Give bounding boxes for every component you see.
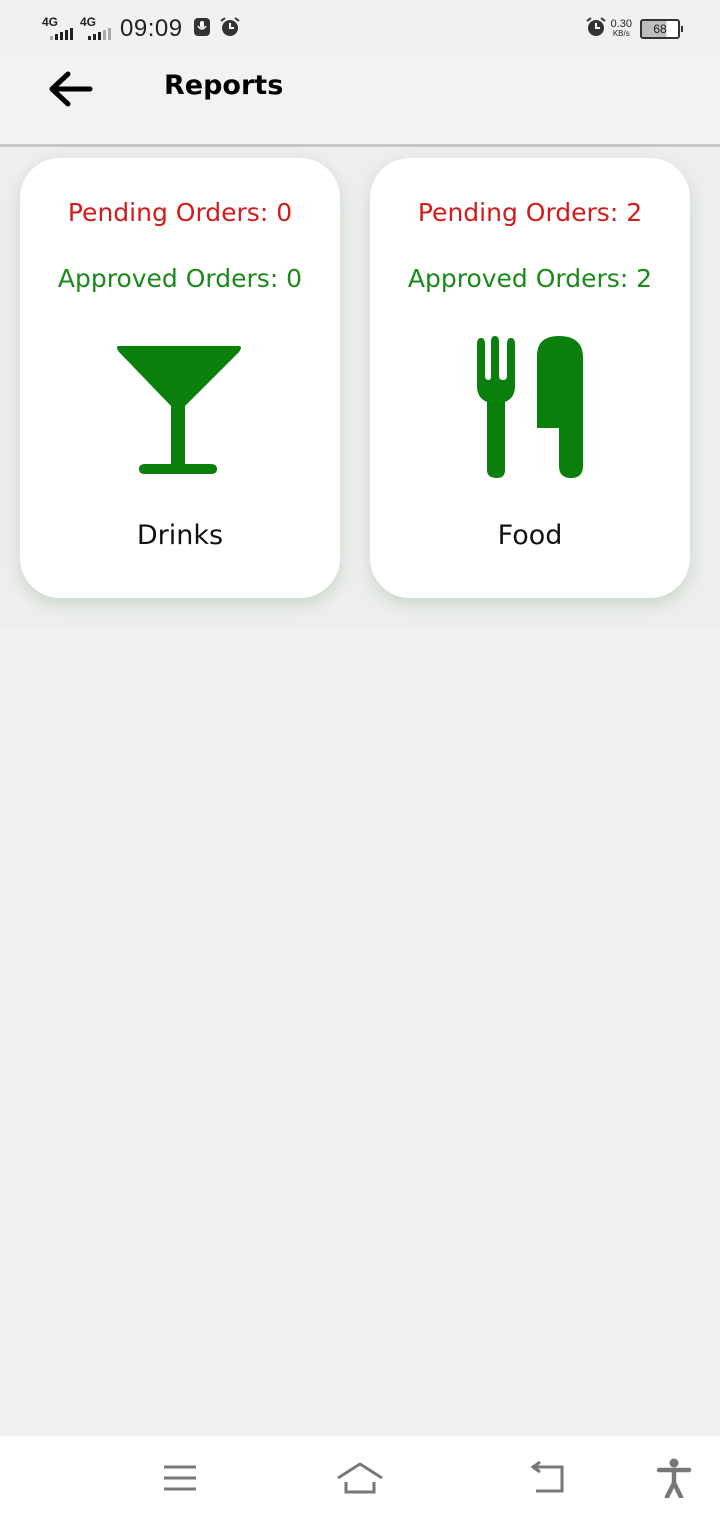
- fork-knife-icon: [370, 334, 690, 480]
- home-button[interactable]: [332, 1454, 388, 1502]
- battery-icon: 68: [640, 19, 683, 39]
- alarm-clock-icon: [585, 16, 607, 42]
- category-label: Food: [497, 520, 563, 551]
- back-nav-button[interactable]: [520, 1454, 576, 1502]
- cellular-signal-2-icon: 4G: [80, 16, 114, 42]
- cocktail-glass-icon: [20, 334, 340, 480]
- report-card-drinks[interactable]: Pending Orders: 0 Approved Orders: 0 Dri…: [20, 158, 340, 598]
- status-time: 09:09: [120, 15, 183, 42]
- alarm-clock-icon: [219, 16, 241, 42]
- network-speed-unit: KB/s: [612, 29, 630, 38]
- accessibility-icon: [656, 1458, 692, 1498]
- voice-recorder-icon: [193, 17, 211, 41]
- category-label: Drinks: [136, 520, 224, 551]
- report-cards: Pending Orders: 0 Approved Orders: 0 Dri…: [0, 147, 720, 629]
- approved-orders-text: Approved Orders: 0: [57, 264, 303, 293]
- menu-button[interactable]: [152, 1454, 208, 1502]
- app-bar: Reports: [0, 56, 720, 147]
- cellular-signal-1-icon: 4G: [42, 16, 76, 42]
- accessibility-button[interactable]: [646, 1454, 702, 1502]
- arrow-left-icon: [49, 71, 93, 107]
- pending-orders-text: Pending Orders: 0: [67, 198, 293, 227]
- system-nav-bar: [0, 1436, 720, 1520]
- back-icon: [530, 1461, 564, 1493]
- status-bar: 4G 4G 09:09 0.30 KB/s 68: [0, 0, 720, 56]
- approved-orders-text: Approved Orders: 2: [407, 264, 653, 293]
- pending-orders-text: Pending Orders: 2: [417, 198, 643, 227]
- page-title: Reports: [164, 70, 284, 101]
- network-speed: 0.30 KB/s: [611, 19, 632, 39]
- menu-icon: [164, 1465, 196, 1491]
- home-icon: [337, 1462, 383, 1494]
- report-card-food[interactable]: Pending Orders: 2 Approved Orders: 2 Foo…: [370, 158, 690, 598]
- back-button[interactable]: [46, 68, 94, 110]
